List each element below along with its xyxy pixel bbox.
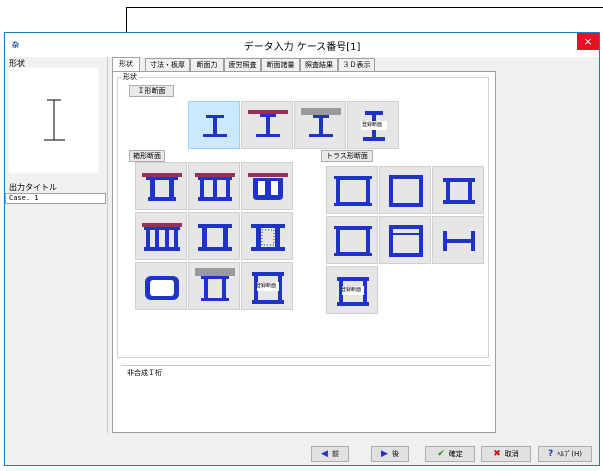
tab-results[interactable]: 照査結果 <box>300 58 338 71</box>
box-rounded-icon <box>145 276 179 300</box>
question-icon: ? <box>548 449 554 459</box>
tab-3d[interactable]: ３Ｄ表示 <box>338 58 375 71</box>
callout-line <box>126 7 603 8</box>
shape-box-6[interactable] <box>241 212 293 260</box>
registered-label: 登録断面 <box>341 287 362 293</box>
i-section-button[interactable]: Ｉ形断面 <box>129 85 174 97</box>
shape-truss-2[interactable] <box>379 166 431 214</box>
tab-shape[interactable]: 形状 <box>112 57 140 71</box>
prev-icon: ◀ <box>321 449 328 459</box>
ok-button[interactable]: ✔ 確定 <box>425 446 475 462</box>
ok-label: 確定 <box>448 450 463 458</box>
window-title: データ入力 ケース番号[1] <box>243 42 361 53</box>
tab-dimensions[interactable]: 寸法・板厚 <box>145 58 190 71</box>
box-multi-web-icon <box>142 223 182 251</box>
truss-square-2-icon <box>334 226 372 256</box>
tab-fatigue[interactable]: 疲労照査 <box>224 58 261 71</box>
i-plain-icon <box>203 115 227 137</box>
close-button[interactable]: × <box>577 33 599 50</box>
left-panel: 形状 出力タイトル Case. 1 <box>5 57 108 433</box>
next-icon: ▶ <box>381 449 388 459</box>
shape-box-5[interactable] <box>188 212 240 260</box>
registered-label: 登録断面 <box>362 122 383 128</box>
truss-h-section-icon <box>443 231 475 251</box>
box-three-web-icon <box>195 173 235 201</box>
truss-h-flange-icon <box>443 178 475 204</box>
i-concrete-deck-icon <box>301 108 341 137</box>
shape-box-1[interactable] <box>135 162 187 210</box>
cancel-label: 取消 <box>504 450 519 458</box>
section-type-text: 非合成Ｉ桁 <box>127 369 162 377</box>
cross-icon: ✖ <box>493 449 501 459</box>
shape-box-8[interactable] <box>188 262 240 310</box>
truss-square-icon <box>334 176 372 206</box>
i-beam-preview-icon <box>44 99 65 141</box>
shape-truss-6[interactable] <box>432 216 484 264</box>
tab-section-props[interactable]: 断面諸量 <box>261 58 300 71</box>
shape-truss-registered[interactable]: 登録断面 <box>326 266 378 314</box>
box-u-shape-icon <box>248 173 288 200</box>
prev-label: 前 <box>331 450 339 458</box>
shape-box-registered[interactable]: 登録断面 <box>241 262 293 310</box>
tab-content: 形状 Ｉ形断面 登録断面 箱形断面 登録断面 トラス形断面 登録断面 非合成Ｉ桁 <box>112 71 496 433</box>
dialog-window: 杂 データ入力 ケース番号[1] × 形状 出力タイトル Case. 1 形状 … <box>4 32 600 466</box>
cancel-button[interactable]: ✖ 取消 <box>481 446 531 462</box>
checkmark-icon: ✔ <box>437 449 445 459</box>
truss-section-button[interactable]: トラス形断面 <box>321 150 373 162</box>
shape-i-steel-deck[interactable] <box>241 101 293 149</box>
shape-group-label: 形状 <box>122 72 138 82</box>
shape-box-2[interactable] <box>188 162 240 210</box>
shape-box-3[interactable] <box>241 162 293 210</box>
output-title-label: 出力タイトル <box>9 183 57 192</box>
help-button[interactable]: ? ﾍﾙﾌﾟ(H) <box>538 446 592 462</box>
prev-button[interactable]: ◀ 前 <box>311 446 349 462</box>
output-title-field[interactable]: Case. 1 <box>5 193 106 204</box>
box-section-button[interactable]: 箱形断面 <box>129 150 165 162</box>
shape-truss-3[interactable] <box>432 166 484 214</box>
next-label: 後 <box>391 450 399 458</box>
box-stiffened-icon <box>251 224 285 251</box>
shape-truss-5[interactable] <box>379 216 431 264</box>
i-steel-deck-icon <box>248 110 288 137</box>
shape-box-4[interactable] <box>135 212 187 260</box>
next-button[interactable]: ▶ 後 <box>371 446 409 462</box>
box-two-web-icon <box>142 173 182 201</box>
section-type-status: 非合成Ｉ桁 <box>121 365 491 377</box>
registered-label: 登録断面 <box>256 283 277 289</box>
title-bar: 杂 データ入力 ケース番号[1] × <box>5 33 599 57</box>
truss-box-2-icon <box>389 225 423 257</box>
truss-box-icon <box>389 175 423 207</box>
shape-i-plain[interactable] <box>188 101 240 149</box>
shape-box-7[interactable] <box>135 262 187 310</box>
shape-truss-1[interactable] <box>326 166 378 214</box>
tab-section-force[interactable]: 断面力 <box>190 58 224 71</box>
box-plain-icon <box>198 224 232 251</box>
shape-i-concrete-deck[interactable] <box>294 101 346 149</box>
shape-preview <box>8 67 99 174</box>
box-concrete-deck-icon <box>195 268 235 301</box>
help-label: ﾍﾙﾌﾟ(H) <box>557 450 582 458</box>
shape-i-registered[interactable]: 登録断面 <box>347 101 399 149</box>
shape-truss-4[interactable] <box>326 216 378 264</box>
